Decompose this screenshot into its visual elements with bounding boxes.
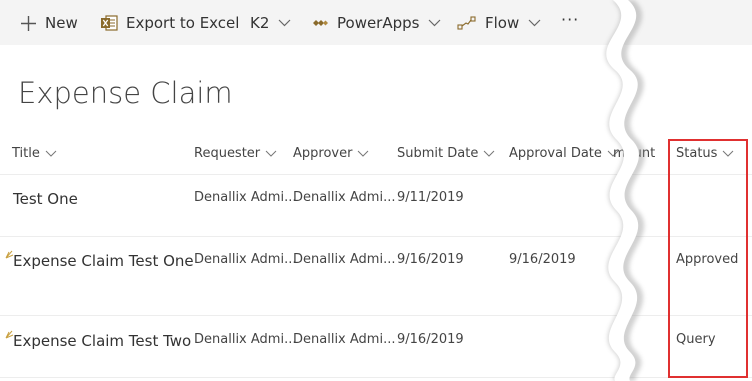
new-button[interactable]: New: [20, 12, 78, 34]
export-label: Export to Excel: [126, 14, 240, 32]
command-bar: New Export to Excel K2 PowerApps Flow ··…: [0, 0, 752, 45]
row-title[interactable]: Test One: [13, 190, 78, 208]
export-to-excel-button[interactable]: Export to Excel: [100, 12, 239, 34]
row-requester: Denallix Admi...: [194, 252, 297, 267]
header-divider: [0, 174, 752, 175]
column-header-submit-date[interactable]: Submit Date: [397, 146, 495, 161]
flow-icon: [457, 15, 477, 31]
column-header-amount[interactable]: mount: [613, 146, 655, 161]
more-icon: ···: [561, 9, 580, 29]
chevron-down-icon: [278, 19, 291, 27]
row-submit-date: 9/16/2019: [397, 252, 464, 267]
powerapps-icon: [312, 17, 329, 29]
row-requester: Denallix Admi...: [194, 332, 297, 347]
status-column-highlight: [668, 139, 748, 378]
row-divider: [0, 377, 752, 378]
row-submit-date: 9/11/2019: [397, 190, 464, 205]
plus-icon: [20, 15, 37, 32]
row-approver: Denallix Admi...: [293, 252, 396, 267]
chevron-down-icon: [265, 150, 277, 157]
row-submit-date: 9/16/2019: [397, 332, 464, 347]
row-requester: Denallix Admi...: [194, 190, 297, 205]
sharepoint-list-page: New Export to Excel K2 PowerApps Flow ··…: [0, 0, 752, 381]
column-header-title[interactable]: Title: [12, 146, 57, 161]
chevron-down-icon: [45, 150, 57, 157]
row-title[interactable]: Expense Claim Test One: [13, 252, 194, 270]
more-options-button[interactable]: ···: [561, 8, 579, 30]
column-header-approval-date[interactable]: Approval Date: [509, 146, 619, 161]
row-approver: Denallix Admi...: [293, 332, 396, 347]
chevron-down-icon: [528, 19, 541, 27]
k2-menu-button[interactable]: K2: [250, 12, 291, 34]
row-divider: [0, 315, 752, 316]
page-title: Expense Claim: [18, 76, 233, 110]
chevron-down-icon: [428, 19, 441, 27]
column-header-approver[interactable]: Approver: [293, 146, 369, 161]
flow-menu-button[interactable]: Flow: [457, 12, 541, 34]
row-title[interactable]: Expense Claim Test Two: [13, 332, 191, 350]
chevron-down-icon: [357, 150, 369, 157]
row-approver: Denallix Admi...: [293, 190, 396, 205]
powerapps-label: PowerApps: [337, 14, 420, 32]
column-header-requester[interactable]: Requester: [194, 146, 277, 161]
flow-label: Flow: [485, 14, 520, 32]
row-divider: [0, 236, 752, 237]
row-approval-date: 9/16/2019: [509, 252, 576, 267]
excel-icon: [100, 14, 118, 32]
k2-label: K2: [250, 14, 270, 32]
powerapps-menu-button[interactable]: PowerApps: [312, 12, 441, 34]
chevron-down-icon: [483, 150, 495, 157]
new-label: New: [45, 14, 78, 32]
